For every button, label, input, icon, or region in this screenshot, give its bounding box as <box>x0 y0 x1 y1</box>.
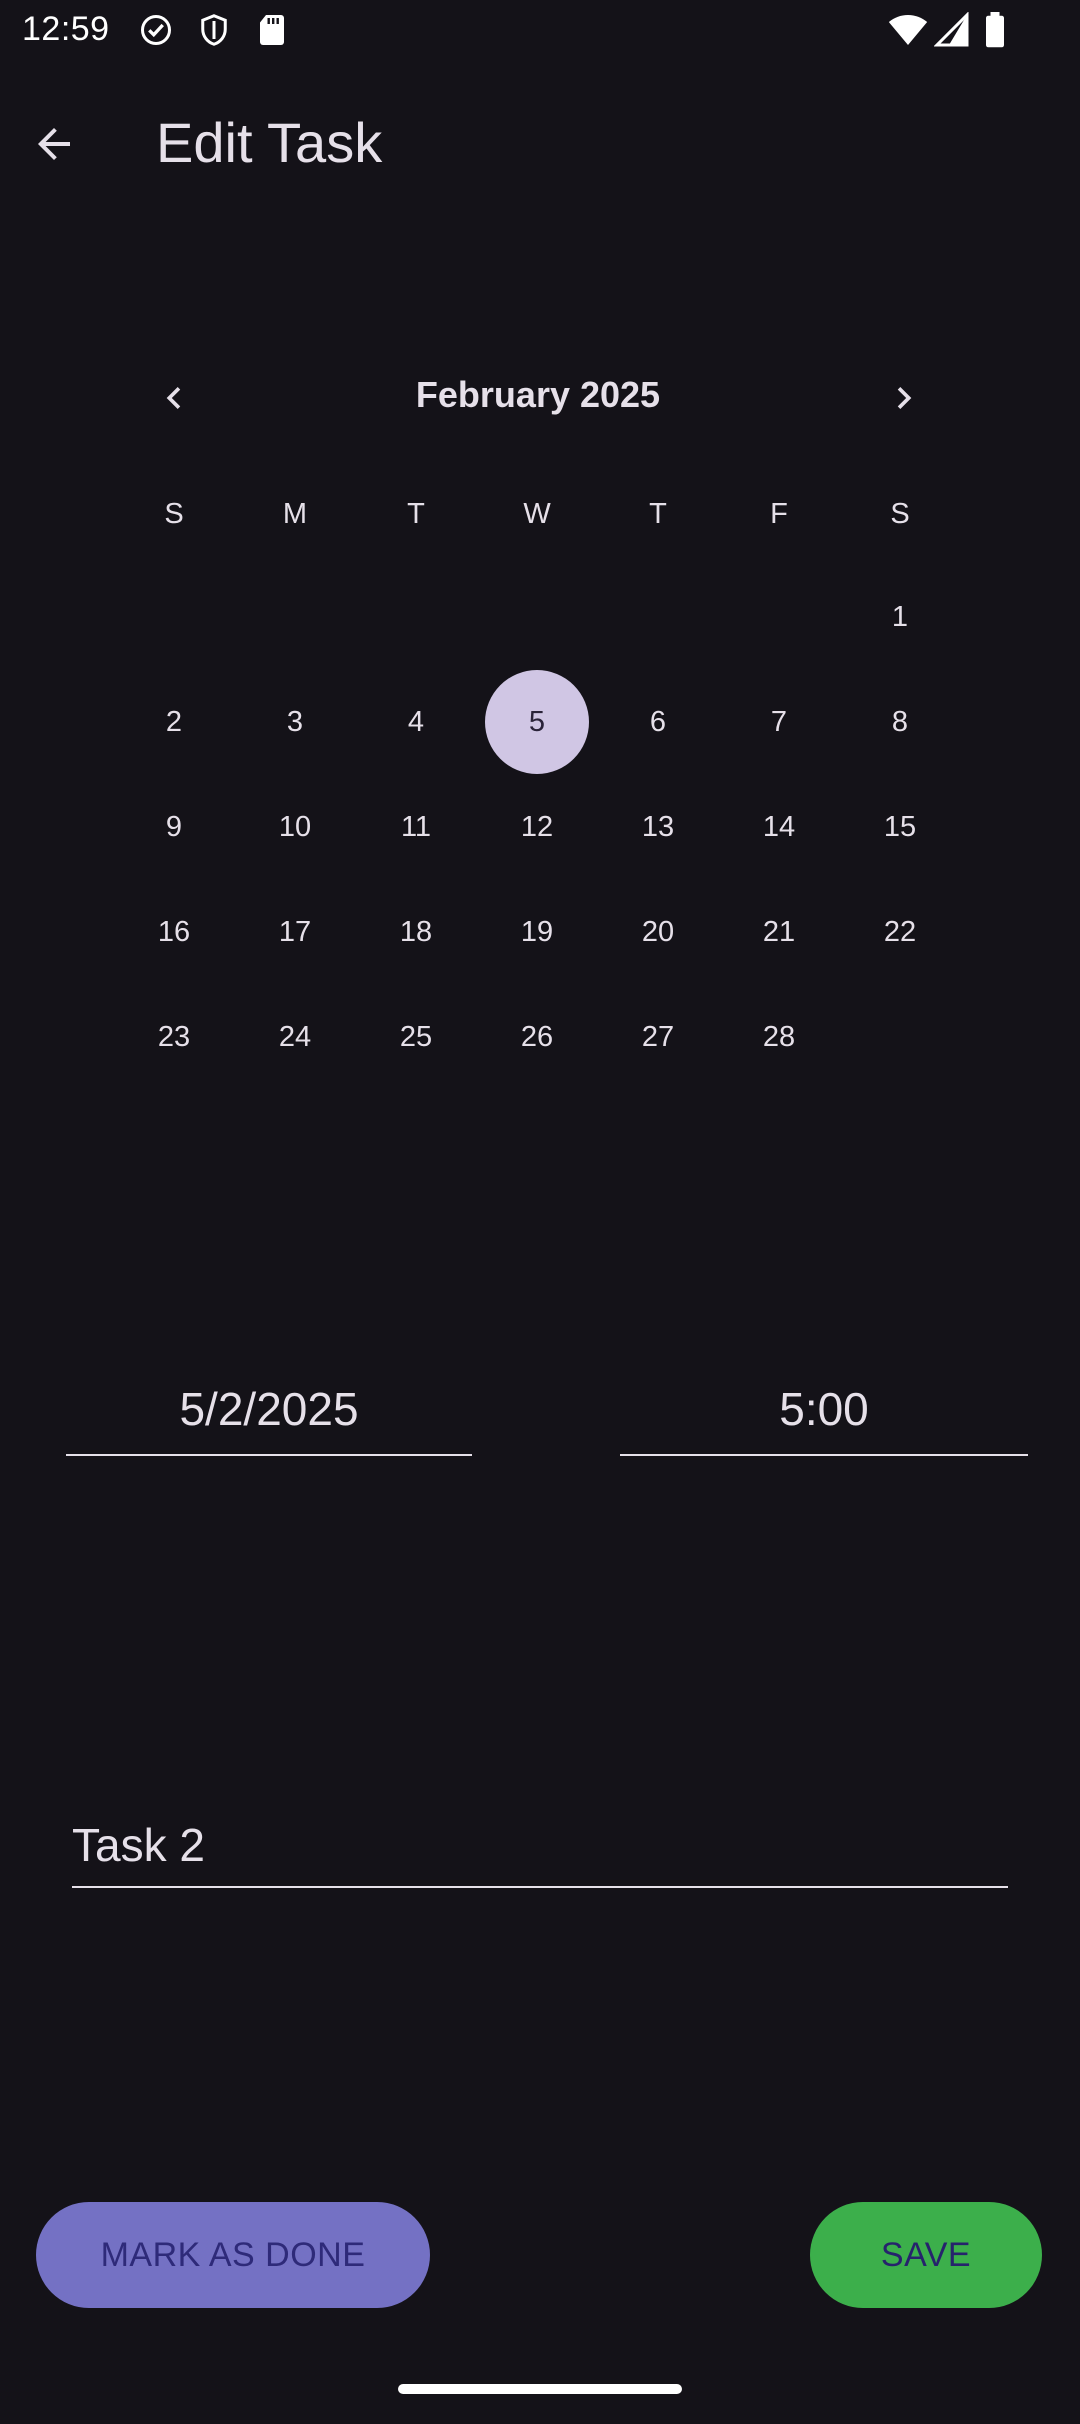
time-field[interactable]: 5:00 <box>620 1376 1028 1456</box>
calendar-day[interactable]: 25 <box>364 985 468 1089</box>
chevron-right-icon <box>882 376 926 425</box>
edit-task-screen: 12:59 Edit Task February 2025 S M T W T … <box>0 0 1080 2424</box>
back-button[interactable] <box>22 114 86 178</box>
task-name-value: Task 2 <box>72 1819 205 1871</box>
previous-month-button[interactable] <box>144 370 204 430</box>
calendar-day[interactable]: 16 <box>122 880 226 984</box>
calendar-day[interactable]: 11 <box>364 775 468 879</box>
calendar-day[interactable]: 4 <box>364 670 468 774</box>
calendar-day[interactable]: 17 <box>243 880 347 984</box>
calendar-day[interactable]: 18 <box>364 880 468 984</box>
date-field[interactable]: 5/2/2025 <box>66 1376 472 1456</box>
weekday-label: T <box>649 498 667 530</box>
page-title: Edit Task <box>156 111 383 174</box>
sd-card-icon <box>256 12 288 48</box>
weekday-label: M <box>282 498 308 530</box>
calendar-day[interactable]: 12 <box>485 775 589 879</box>
calendar-day[interactable]: 3 <box>243 670 347 774</box>
calendar-day[interactable]: 9 <box>122 775 226 879</box>
calendar-day[interactable]: 28 <box>727 985 831 1089</box>
calendar-day[interactable]: 6 <box>606 670 710 774</box>
calendar-day[interactable]: 24 <box>243 985 347 1089</box>
calendar-day[interactable]: 14 <box>727 775 831 879</box>
signal-icon <box>934 12 970 48</box>
weekday-header-row: SMTWTFS <box>0 498 1080 558</box>
home-indicator[interactable] <box>398 2384 682 2394</box>
time-field-value: 5:00 <box>779 1383 869 1435</box>
calendar-day[interactable]: 21 <box>727 880 831 984</box>
calendar-day[interactable]: 23 <box>122 985 226 1089</box>
calendar-day[interactable]: 13 <box>606 775 710 879</box>
calendar-day[interactable]: 26 <box>485 985 589 1089</box>
calendar-day[interactable]: 10 <box>243 775 347 879</box>
mark-as-done-button[interactable]: MARK AS DONE <box>36 2202 430 2308</box>
calendar-day[interactable]: 2 <box>122 670 226 774</box>
calendar-day[interactable]: 1 <box>848 565 952 669</box>
save-button[interactable]: SAVE <box>810 2202 1042 2308</box>
shield-icon <box>196 12 232 48</box>
calendar-header: February 2025 <box>0 360 1080 440</box>
next-month-button[interactable] <box>874 370 934 430</box>
battery-icon <box>984 12 1006 48</box>
weekday-label: F <box>770 498 788 530</box>
weekday-label: S <box>164 498 184 530</box>
weekday-label: W <box>523 498 551 530</box>
calendar-day[interactable]: 8 <box>848 670 952 774</box>
chevron-left-icon <box>152 376 196 425</box>
weekday-label: S <box>890 498 910 530</box>
calendar-day[interactable]: 22 <box>848 880 952 984</box>
task-name-field[interactable]: Task 2 <box>72 1816 1008 1888</box>
calendar-day[interactable]: 20 <box>606 880 710 984</box>
check-circle-icon <box>138 12 174 48</box>
calendar-day[interactable]: 7 <box>727 670 831 774</box>
month-year-label: February 2025 <box>415 374 661 415</box>
wifi-icon <box>888 12 928 48</box>
date-field-value: 5/2/2025 <box>179 1383 359 1435</box>
arrow-back-icon <box>30 120 78 173</box>
top-app-bar: Edit Task <box>0 96 1080 200</box>
calendar-day-selected[interactable]: 5 <box>485 670 589 774</box>
calendar-day[interactable]: 27 <box>606 985 710 1089</box>
status-time: 12:59 <box>22 10 110 48</box>
status-bar: 12:59 <box>0 0 1080 64</box>
calendar-day[interactable]: 19 <box>485 880 589 984</box>
calendar-day[interactable]: 15 <box>848 775 952 879</box>
weekday-label: T <box>407 498 425 530</box>
